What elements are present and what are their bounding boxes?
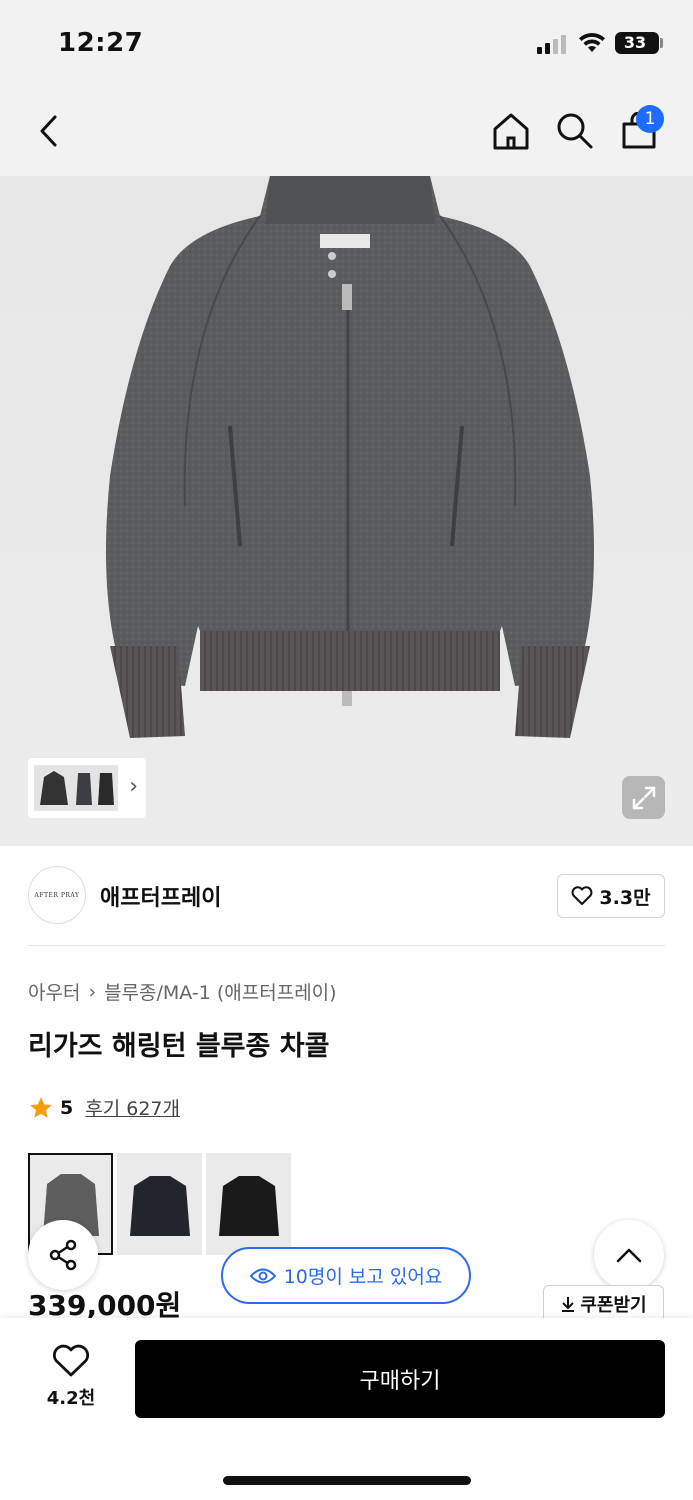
expand-icon — [632, 786, 655, 809]
brand-like-count: 3.3만 — [599, 886, 651, 909]
home-indicator — [223, 1476, 471, 1485]
share-button[interactable] — [28, 1220, 98, 1290]
jacket-thumb-black — [218, 1176, 279, 1236]
rating-score: 5 — [60, 1096, 74, 1119]
coupon-label: 쿠폰받기 — [580, 1294, 647, 1316]
wishlist-count: 4.2천 — [46, 1388, 96, 1409]
wishlist-button[interactable]: 4.2천 — [36, 1344, 106, 1410]
brand-like-button[interactable]: 3.3만 — [557, 874, 665, 918]
chevron-up-icon — [616, 1248, 642, 1263]
heart-icon — [571, 886, 593, 905]
breadcrumb-category[interactable]: 아우터 — [28, 978, 80, 1005]
signal-icon — [537, 34, 567, 54]
status-bar: 12:27 33 — [0, 0, 693, 88]
chevron-right-icon: › — [129, 774, 138, 799]
bottom-action-bar: 4.2천 구매하기 — [0, 1318, 693, 1500]
battery-icon: 33 — [615, 32, 659, 54]
coupon-button[interactable]: 쿠폰받기 — [543, 1285, 664, 1321]
color-option-black[interactable] — [206, 1153, 291, 1255]
brand-name[interactable]: 애프터프레이 — [100, 880, 221, 912]
breadcrumb: 아우터 › 블루종/MA-1 (애프터프레이) — [28, 978, 337, 1005]
search-button[interactable] — [550, 106, 600, 156]
back-button[interactable] — [24, 106, 74, 156]
product-price: 339,000원 — [28, 1289, 182, 1318]
buy-button[interactable]: 구매하기 — [135, 1340, 665, 1418]
download-icon — [562, 1296, 575, 1312]
jacket-image — [106, 176, 594, 738]
wifi-icon — [579, 33, 605, 52]
cart-count-badge: 1 — [636, 105, 664, 133]
eye-icon — [249, 1268, 276, 1283]
chevron-left-icon — [40, 115, 57, 147]
home-icon — [493, 113, 529, 150]
heart-icon — [52, 1344, 90, 1377]
product-title: 리가즈 해링턴 블루종 차콜 — [28, 1031, 330, 1062]
gallery-thumbnail-strip[interactable]: › — [28, 758, 146, 818]
breadcrumb-subcategory[interactable]: 블루종/MA-1 (애프터프레이) — [104, 978, 337, 1005]
expand-image-button[interactable] — [622, 776, 665, 819]
share-icon — [49, 1239, 77, 1271]
battery-cap — [660, 38, 663, 48]
viewers-text: 10명이 보고 있어요 — [283, 1266, 443, 1288]
battery-percent: 33 — [623, 33, 647, 52]
brand-row: AFTER PRAY 애프터프레이 3.3만 — [28, 866, 665, 926]
star-icon — [30, 1096, 52, 1118]
rating-row: 5 후기 627개 — [28, 1094, 180, 1121]
thumbnail-jacket-icon — [34, 765, 118, 811]
scroll-top-button[interactable] — [594, 1220, 664, 1290]
status-time: 12:27 — [58, 28, 144, 58]
jacket-thumb-navy — [129, 1176, 190, 1236]
top-nav-bar — [0, 88, 693, 176]
divider — [28, 945, 665, 946]
home-button[interactable] — [486, 106, 536, 156]
product-image[interactable]: › — [0, 176, 693, 846]
review-count-link[interactable]: 후기 627개 — [85, 1094, 180, 1121]
brand-logo[interactable]: AFTER PRAY — [28, 866, 86, 924]
color-option-navy[interactable] — [117, 1153, 202, 1255]
viewers-notice: 10명이 보고 있어요 — [221, 1247, 471, 1304]
breadcrumb-separator: › — [88, 980, 97, 1003]
search-icon — [557, 113, 593, 149]
